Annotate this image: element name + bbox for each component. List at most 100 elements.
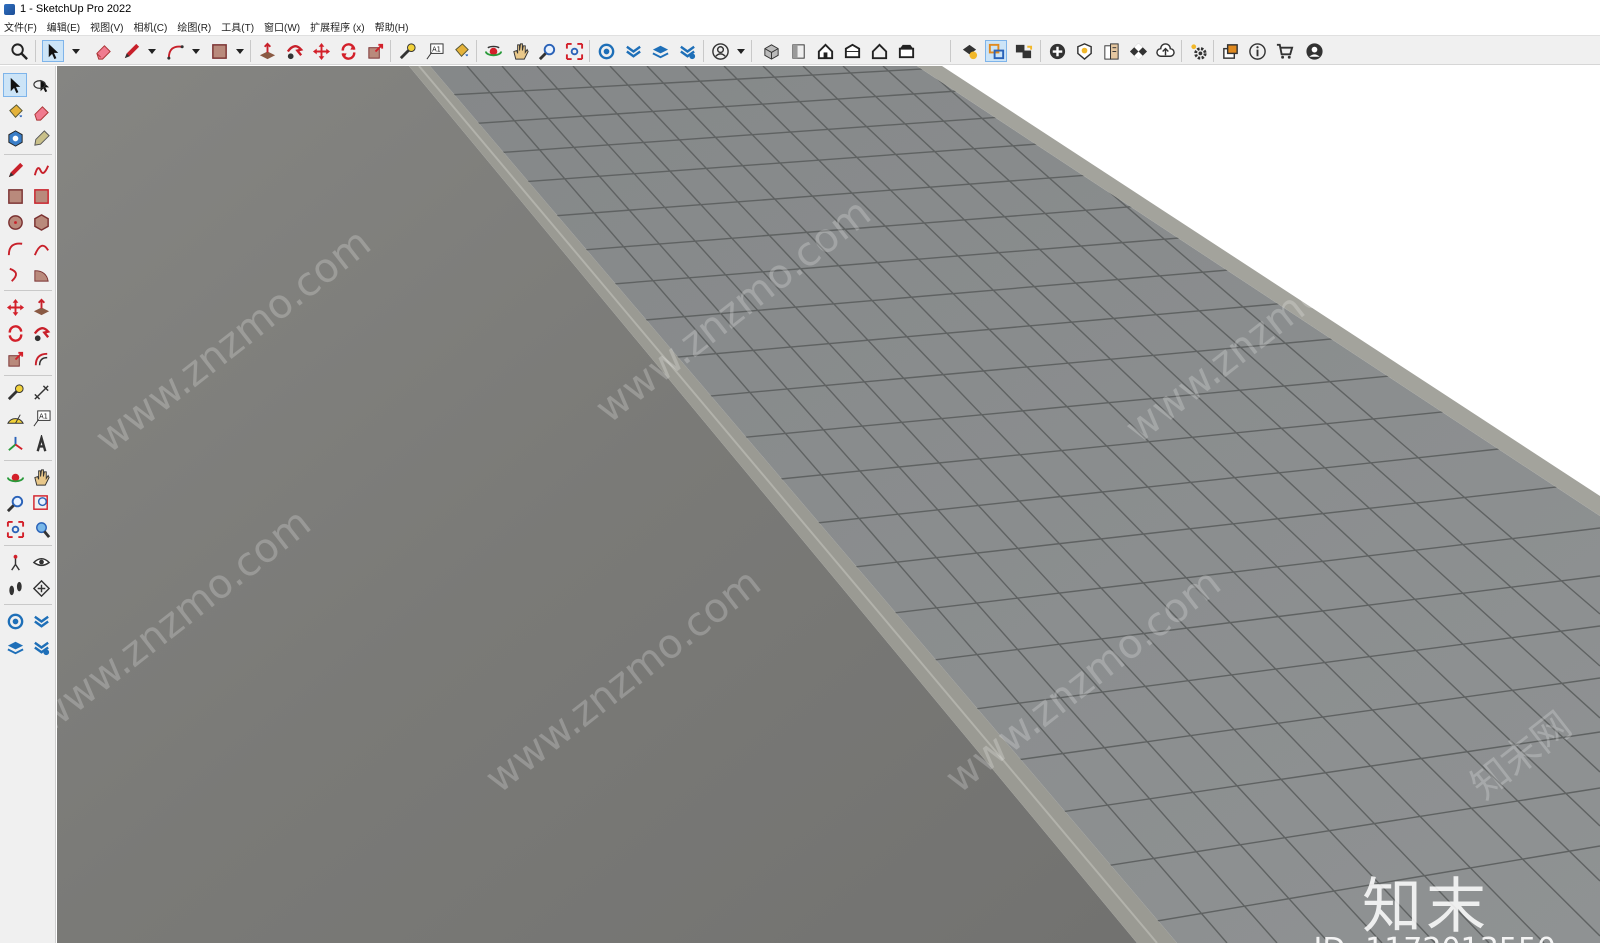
three-point-arc-icon[interactable]: [3, 262, 27, 286]
menu-help[interactable]: 帮助(H): [375, 19, 409, 34]
zoom-icon[interactable]: [536, 40, 558, 62]
outliner-icon[interactable]: [1219, 40, 1241, 62]
profile-icon[interactable]: [1303, 40, 1325, 62]
menu-camera[interactable]: 相机(C): [133, 19, 167, 34]
eraser-icon[interactable]: [29, 100, 53, 124]
layout-icon[interactable]: [3, 635, 27, 659]
zoom-extents-icon[interactable]: [563, 40, 585, 62]
follow-me-icon[interactable]: [283, 40, 305, 62]
scale-icon[interactable]: [364, 40, 386, 62]
tag-icon[interactable]: [29, 126, 53, 150]
paint-bucket-icon[interactable]: [3, 100, 27, 124]
rotated-rectangle-icon[interactable]: [29, 184, 53, 208]
account-icon[interactable]: [709, 40, 731, 62]
pencil-icon[interactable]: [120, 40, 142, 62]
text-tool-icon[interactable]: A1: [29, 406, 53, 430]
circle-icon[interactable]: [3, 210, 27, 234]
move-icon[interactable]: [3, 295, 27, 319]
add-location-icon[interactable]: [1046, 40, 1068, 62]
walk-footprints-icon[interactable]: [3, 576, 27, 600]
rectangle-icon[interactable]: [3, 184, 27, 208]
menu-window[interactable]: 窗口(W): [264, 19, 300, 34]
orbit-icon[interactable]: [3, 465, 27, 489]
materials-checker-icon[interactable]: [1127, 40, 1149, 62]
dimension-icon[interactable]: [29, 380, 53, 404]
left-view-icon[interactable]: [895, 40, 917, 62]
paint-bucket-icon[interactable]: [450, 40, 472, 62]
warehouse-icon[interactable]: [3, 609, 27, 633]
model-viewport[interactable]: www.znzmo.com www.znzmo.com www.znzmo.co…: [57, 66, 1600, 943]
menu-view[interactable]: 视图(V): [90, 19, 123, 34]
pan-hand-icon[interactable]: [29, 465, 53, 489]
shopping-cart-icon[interactable]: [1273, 40, 1295, 62]
zoom-icon[interactable]: [3, 491, 27, 515]
arc-icon[interactable]: [3, 236, 27, 260]
account-dropdown-icon[interactable]: [737, 49, 745, 54]
polygon-icon[interactable]: [29, 210, 53, 234]
tape-measure-icon[interactable]: [3, 380, 27, 404]
rectangle-icon[interactable]: [208, 40, 230, 62]
right-view-icon[interactable]: [841, 40, 863, 62]
look-around-eye-icon[interactable]: [29, 550, 53, 574]
select-dropdown-icon[interactable]: [72, 49, 80, 54]
search-icon[interactable]: [8, 40, 30, 62]
pie-icon[interactable]: [29, 262, 53, 286]
extension-manager-icon[interactable]: [676, 40, 698, 62]
position-camera-icon[interactable]: [3, 550, 27, 574]
extension-manager-icon[interactable]: [29, 635, 53, 659]
rotate-icon[interactable]: [337, 40, 359, 62]
3d-text-icon[interactable]: [29, 432, 53, 456]
select-tool-icon[interactable]: [42, 40, 64, 62]
extension-warehouse-icon[interactable]: [29, 609, 53, 633]
previous-view-icon[interactable]: [29, 517, 53, 541]
components-icon[interactable]: [985, 40, 1007, 62]
shape-dropdown-icon[interactable]: [236, 49, 244, 54]
text-tool-icon[interactable]: A1: [423, 40, 445, 62]
tape-measure-icon[interactable]: [396, 40, 418, 62]
eraser-icon[interactable]: [92, 40, 114, 62]
preferences-gear-icon[interactable]: [1187, 40, 1209, 62]
menu-tools[interactable]: 工具(T): [221, 19, 254, 34]
cloud-upload-icon[interactable]: [1154, 40, 1176, 62]
back-view-icon[interactable]: [868, 40, 890, 62]
pan-hand-icon[interactable]: [509, 40, 531, 62]
follow-me-icon[interactable]: [29, 321, 53, 345]
orbit-icon[interactable]: [482, 40, 504, 62]
front-view-icon[interactable]: [814, 40, 836, 62]
layout-icon[interactable]: [649, 40, 671, 62]
offset-icon[interactable]: [29, 347, 53, 371]
push-pull-icon[interactable]: [29, 295, 53, 319]
push-pull-icon[interactable]: [256, 40, 278, 62]
menu-edit[interactable]: 编辑(E): [47, 19, 80, 34]
scenes-icon[interactable]: [1012, 40, 1034, 62]
axes-icon[interactable]: [3, 432, 27, 456]
menu-draw[interactable]: 绘图(R): [177, 19, 211, 34]
line-dropdown-icon[interactable]: [148, 49, 156, 54]
entity-info-icon[interactable]: [1246, 40, 1268, 62]
model-info-icon[interactable]: [958, 40, 980, 62]
left-toolbar: A1: [0, 66, 56, 943]
pencil-icon[interactable]: [3, 158, 27, 182]
zoom-window-icon[interactable]: [29, 491, 53, 515]
arc-dropdown-icon[interactable]: [192, 49, 200, 54]
warehouse-icon[interactable]: [595, 40, 617, 62]
shadows-icon[interactable]: [1073, 40, 1095, 62]
rotate-icon[interactable]: [3, 321, 27, 345]
component-icon[interactable]: [3, 126, 27, 150]
iso-view-icon[interactable]: [760, 40, 782, 62]
zoom-extents-icon[interactable]: [3, 517, 27, 541]
top-view-icon[interactable]: [787, 40, 809, 62]
freehand-icon[interactable]: [29, 158, 53, 182]
arc-icon[interactable]: [164, 40, 186, 62]
scale-icon[interactable]: [3, 347, 27, 371]
styles-icon[interactable]: [1100, 40, 1122, 62]
two-point-arc-icon[interactable]: [29, 236, 53, 260]
select-tool-icon[interactable]: [3, 73, 27, 97]
extension-warehouse-icon[interactable]: [622, 40, 644, 62]
menu-file[interactable]: 文件(F): [4, 19, 37, 34]
section-plane-icon[interactable]: [29, 576, 53, 600]
lasso-select-icon[interactable]: [29, 73, 53, 97]
protractor-icon[interactable]: [3, 406, 27, 430]
menu-extensions[interactable]: 扩展程序 (x): [310, 19, 364, 34]
move-icon[interactable]: [310, 40, 332, 62]
